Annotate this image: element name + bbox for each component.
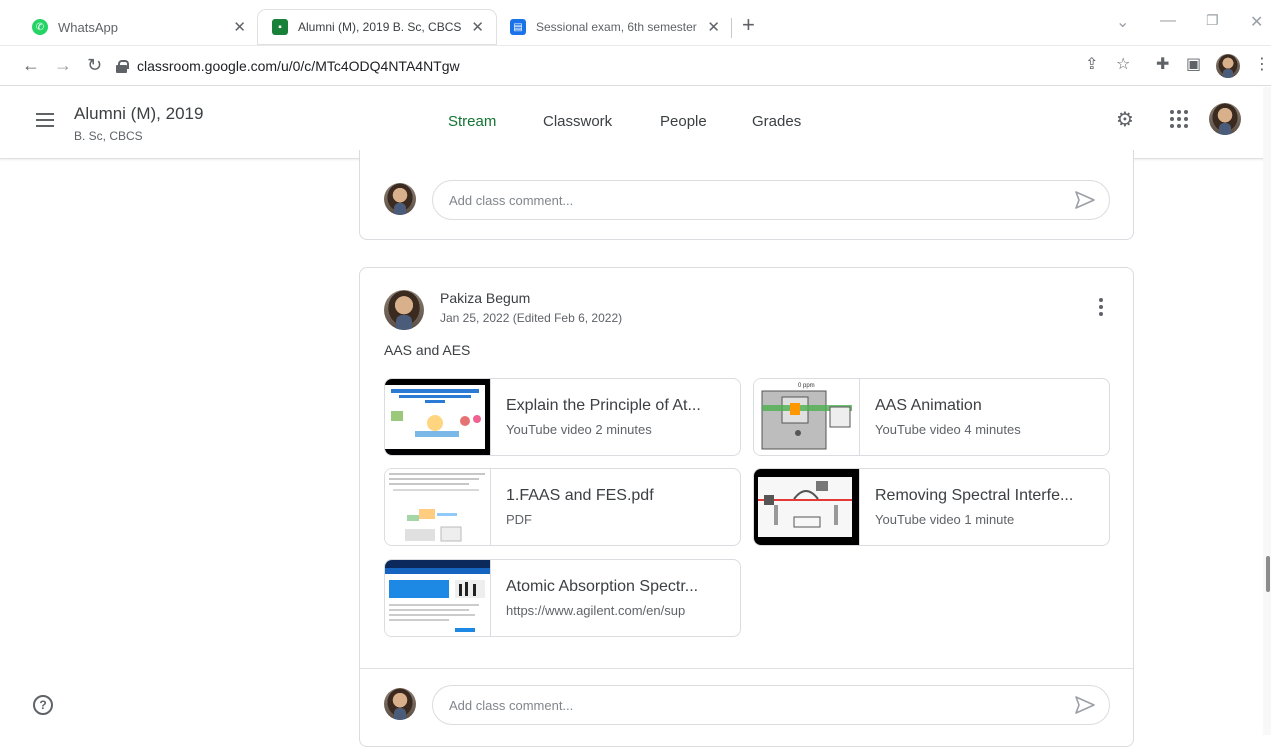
close-window-icon[interactable]: ✕ [1250,12,1263,32]
close-tab-icon[interactable]: ✕ [471,18,484,36]
new-tab-button[interactable]: + [742,12,755,38]
chrome-menu-icon[interactable]: ⋮ [1254,56,1270,74]
attachment-subtitle: PDF [506,512,532,527]
thumb-label: 0 ppm [798,383,815,389]
pdf-thumbnail [385,469,491,545]
scrollbar-thumb[interactable] [1266,556,1270,592]
post-author: Pakiza Begum [440,290,531,306]
comment-placeholder: Add class comment... [449,697,574,713]
attachment-title: 1.FAAS and FES.pdf [506,487,654,504]
attachment-title: Removing Spectral Interfe... [875,487,1074,504]
forms-icon: ▤ [510,19,526,35]
attachment-title: Atomic Absorption Spectr... [506,578,699,595]
attachment-title: AAS Animation [875,397,982,414]
apps-grid-icon[interactable] [1167,107,1191,131]
send-icon[interactable] [1075,696,1095,714]
user-avatar [384,688,416,720]
tab-stream[interactable]: Stream [448,113,496,130]
post-card: Pakiza Begum Jan 25, 2022 (Edited Feb 6,… [359,267,1134,747]
tab-search-icon[interactable]: ⌄ [1116,12,1129,32]
attachment-video-spectral-interference[interactable]: Removing Spectral Interfe... YouTube vid… [753,468,1110,546]
lock-icon [116,59,129,73]
comment-placeholder: Add class comment... [449,192,574,208]
attachment-link-agilent[interactable]: Atomic Absorption Spectr... https://www.… [384,559,741,637]
post-text: AAS and AES [384,342,471,358]
settings-gear-icon[interactable]: ⚙ [1113,107,1137,131]
tab-title: Sessional exam, 6th semester [536,20,697,34]
main-menu-icon[interactable] [36,113,54,127]
attachment-title: Explain the Principle of At... [506,397,701,414]
attachment-video-principle[interactable]: Explain the Principle of At... YouTube v… [384,378,741,456]
tab-classwork[interactable]: Classwork [543,113,612,130]
browser-tab-strip: ✆ WhatsApp ✕ ▪ Alumni (M), 2019 B. Sc, C… [0,0,1271,46]
extensions-icon[interactable]: ✚ [1156,56,1169,74]
tab-forms[interactable]: ▤ Sessional exam, 6th semester ✕ [496,10,732,44]
user-avatar [384,183,416,215]
profile-avatar[interactable] [1216,54,1240,78]
comment-row: Add class comment... [384,685,1110,725]
send-icon[interactable] [1075,191,1095,209]
url-text: classroom.google.com/u/0/c/MTc4ODQ4NTA4N… [137,58,460,74]
classroom-icon: ▪ [272,19,288,35]
video-thumbnail: 0 ppm [754,379,860,455]
tab-separator [731,18,732,38]
bookmark-star-icon[interactable]: ☆ [1116,56,1130,74]
reload-icon[interactable]: ↻ [87,54,102,76]
share-icon[interactable]: ⇪ [1085,56,1098,74]
attachment-subtitle: YouTube video 4 minutes [875,422,1021,437]
tab-title: WhatsApp [58,19,118,35]
link-thumbnail [385,560,491,636]
post-date: Jan 25, 2022 (Edited Feb 6, 2022) [440,311,623,325]
attachment-subtitle: https://www.agilent.com/en/sup [506,603,686,618]
previous-post-card: Add class comment... [359,150,1134,240]
class-title[interactable]: Alumni (M), 2019 [74,104,203,124]
classroom-header: Alumni (M), 2019 B. Sc, CBCS Stream Clas… [0,87,1271,159]
help-icon[interactable]: ? [33,695,53,715]
browser-toolbar: ← → ↻ classroom.google.com/u/0/c/MTc4ODQ… [0,46,1271,86]
close-tab-icon[interactable]: ✕ [233,18,246,36]
class-section: B. Sc, CBCS [74,129,143,143]
attachment-subtitle: YouTube video 2 minutes [506,422,652,437]
forward-arrow-icon[interactable]: → [54,54,72,76]
tab-grades[interactable]: Grades [752,113,801,130]
more-options-icon[interactable] [1099,298,1103,319]
attachment-pdf-faas[interactable]: 1.FAAS and FES.pdf PDF [384,468,741,546]
author-avatar [384,290,424,330]
video-thumbnail [385,379,491,455]
side-panel-icon[interactable]: ▣ [1186,56,1201,74]
back-arrow-icon[interactable]: ← [22,54,40,76]
class-comment-input[interactable]: Add class comment... [432,180,1110,220]
comment-row: Add class comment... [384,180,1110,220]
tab-people[interactable]: People [660,113,707,130]
scrollbar-track[interactable] [1263,87,1271,735]
attachment-subtitle: YouTube video 1 minute [875,512,1015,527]
close-tab-icon[interactable]: ✕ [707,18,720,36]
tab-title: Alumni (M), 2019 B. Sc, CBCS [298,20,462,34]
tab-classroom[interactable]: ▪ Alumni (M), 2019 B. Sc, CBCS ✕ [258,10,496,44]
restore-icon[interactable]: ❐ [1206,12,1219,29]
class-comment-input[interactable]: Add class comment... [432,685,1110,725]
card-divider [360,668,1133,669]
video-thumbnail [754,469,860,545]
account-avatar[interactable] [1209,103,1241,135]
whatsapp-icon: ✆ [32,19,48,35]
attachment-video-aas-animation[interactable]: 0 ppm AAS Animation YouTube video 4 minu… [753,378,1110,456]
minimize-icon[interactable]: — [1160,12,1176,30]
address-bar[interactable]: classroom.google.com/u/0/c/MTc4ODQ4NTA4N… [116,52,1216,80]
tab-whatsapp[interactable]: ✆ WhatsApp ✕ [18,10,258,44]
